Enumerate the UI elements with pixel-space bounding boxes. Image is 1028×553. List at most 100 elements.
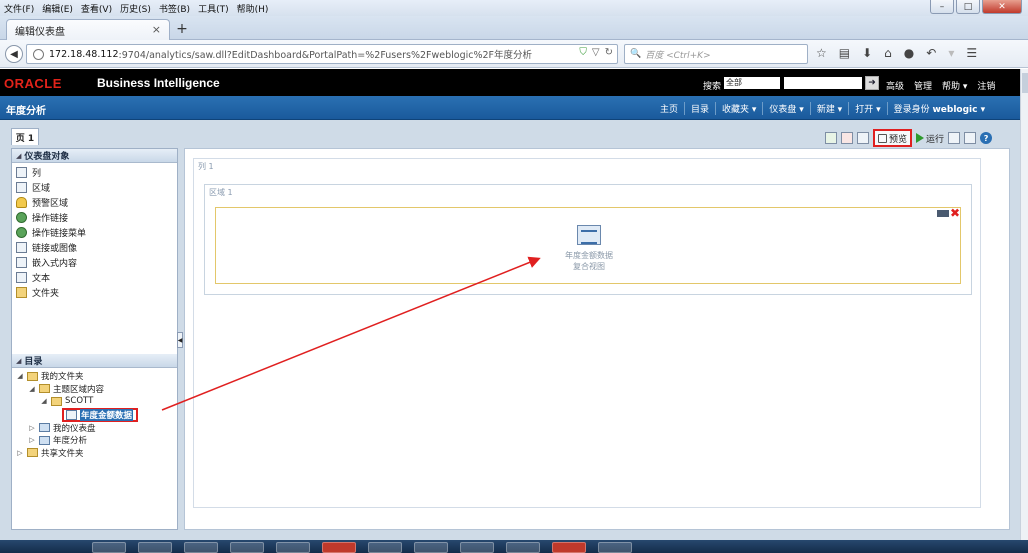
menu-tools[interactable]: 工具(T) bbox=[194, 2, 233, 15]
tree-annual-analysis[interactable]: ▷ 年度分析 bbox=[16, 434, 177, 447]
tree-my-dashboard[interactable]: ▷ 我的仪表盘 bbox=[16, 422, 177, 435]
collapsed-icon[interactable]: ▷ bbox=[28, 424, 36, 432]
hamburger-menu-icon[interactable]: ☰ bbox=[966, 46, 977, 60]
advanced-link[interactable]: 高级 bbox=[886, 79, 904, 92]
tab-title: 编辑仪表盘 bbox=[15, 26, 65, 38]
taskbar-button[interactable] bbox=[460, 542, 494, 553]
tree-my-folders[interactable]: ◢ 我的文件夹 bbox=[16, 370, 177, 383]
catalog-header[interactable]: ◢ 目录 bbox=[12, 354, 177, 368]
taskbar-button[interactable] bbox=[322, 542, 356, 553]
new-tab-icon[interactable]: + bbox=[174, 21, 190, 37]
expanded-icon[interactable]: ◢ bbox=[28, 385, 36, 393]
catalog-link[interactable]: 目录 bbox=[684, 102, 715, 115]
undo-icon[interactable]: ↶ bbox=[926, 46, 936, 60]
close-window-icon[interactable]: ✕ bbox=[982, 0, 1022, 14]
download-icon[interactable]: ⬇ bbox=[862, 46, 872, 60]
maximize-icon[interactable]: □ bbox=[956, 0, 980, 14]
menu-file[interactable]: 文件(F) bbox=[0, 2, 38, 15]
properties-icon[interactable] bbox=[936, 209, 949, 217]
save-as-icon[interactable] bbox=[964, 132, 977, 144]
taskbar-button[interactable] bbox=[92, 542, 126, 553]
expanded-icon[interactable]: ◢ bbox=[40, 397, 48, 405]
url-bar[interactable]: 172.18.48.112:9704/analytics/saw.dll?Edi… bbox=[26, 44, 618, 64]
tree-scott[interactable]: ◢ SCOTT bbox=[16, 395, 177, 408]
menu-edit[interactable]: 编辑(E) bbox=[38, 2, 77, 15]
search-go-icon[interactable]: ➜ bbox=[865, 76, 879, 90]
new-menu[interactable]: 新建 ▾ bbox=[809, 102, 848, 115]
search-scope-select[interactable]: 全部 bbox=[724, 77, 780, 89]
scroll-thumb[interactable] bbox=[1022, 73, 1028, 93]
expanded-icon[interactable]: ◢ bbox=[16, 372, 24, 380]
help-icon[interactable]: ? bbox=[980, 132, 993, 144]
menu-bookmarks[interactable]: 书签(B) bbox=[155, 2, 194, 15]
object-link-image[interactable]: 链接或图像 bbox=[16, 240, 177, 255]
page-options-icon[interactable] bbox=[857, 132, 869, 144]
reading-list-icon[interactable]: ▤ bbox=[839, 46, 850, 60]
object-action-link[interactable]: 操作链接 bbox=[16, 210, 177, 225]
signed-in-menu[interactable]: 登录身份 weblogic ▾ bbox=[886, 102, 992, 115]
section-1[interactable]: 区域 1 ✖ 年度金额数据 复合视图 bbox=[204, 184, 972, 295]
object-section[interactable]: 区域 bbox=[16, 180, 177, 195]
taskbar-button[interactable] bbox=[276, 542, 310, 553]
object-folder[interactable]: 文件夹 bbox=[16, 285, 177, 300]
bookmark-star-icon[interactable]: ☆ bbox=[816, 46, 827, 60]
menu-help[interactable]: 帮助(H) bbox=[233, 2, 273, 15]
menu-history[interactable]: 历史(S) bbox=[116, 2, 155, 15]
search-placeholder: 百度 <Ctrl+K> bbox=[645, 50, 711, 61]
object-label: 文件夹 bbox=[32, 289, 60, 299]
delete-page-icon[interactable] bbox=[841, 132, 853, 144]
editor-toolbar: 预览 运行 ? bbox=[825, 129, 993, 147]
taskbar-button[interactable] bbox=[138, 542, 172, 553]
open-menu[interactable]: 打开 ▾ bbox=[848, 102, 886, 115]
dropdown-icon[interactable]: ▽ bbox=[592, 47, 600, 58]
collapsed-icon[interactable]: ▷ bbox=[28, 436, 36, 444]
page-scrollbar[interactable] bbox=[1020, 69, 1028, 540]
left-panel: ◢ 仪表盘对象 列 区域 预警区域 操作链接 操作链接菜单 链接或图像 嵌入式内… bbox=[11, 148, 178, 530]
dashboard-objects-header[interactable]: ◢ 仪表盘对象 bbox=[12, 149, 177, 163]
shield-icon[interactable]: ⛉ bbox=[579, 47, 587, 58]
tab-page-1[interactable]: 页 1 bbox=[11, 128, 39, 145]
menu-view[interactable]: 查看(V) bbox=[77, 2, 116, 15]
report-object[interactable]: ✖ 年度金额数据 复合视图 bbox=[215, 207, 961, 284]
taskbar-button[interactable] bbox=[506, 542, 540, 553]
save-icon[interactable] bbox=[948, 132, 961, 144]
tree-shared-folders[interactable]: ▷ 共享文件夹 bbox=[16, 447, 177, 460]
taskbar-button[interactable] bbox=[598, 542, 632, 553]
back-arrow-icon[interactable]: ◀ bbox=[5, 45, 23, 63]
dashboards-menu[interactable]: 仪表盘 ▾ bbox=[762, 102, 809, 115]
object-label: 操作链接 bbox=[32, 214, 69, 224]
preview-button[interactable]: 预览 bbox=[873, 129, 913, 147]
object-alert-section[interactable]: 预警区域 bbox=[16, 195, 177, 210]
object-embedded-content[interactable]: 嵌入式内容 bbox=[16, 255, 177, 270]
help-menu[interactable]: 帮助 ▾ bbox=[942, 79, 967, 92]
taskbar-button[interactable] bbox=[230, 542, 264, 553]
logout-link[interactable]: 注销 bbox=[977, 79, 995, 92]
object-text[interactable]: 文本 bbox=[16, 270, 177, 285]
browser-tab[interactable]: 编辑仪表盘 × bbox=[6, 19, 170, 40]
reload-icon[interactable]: ↻ bbox=[605, 47, 613, 58]
catalog-search-input[interactable] bbox=[784, 77, 862, 89]
home-link[interactable]: 主页 bbox=[654, 102, 684, 115]
highlighted-analysis[interactable]: 年度金额数据 bbox=[62, 407, 139, 422]
panel-collapse-handle[interactable]: ◀ bbox=[177, 332, 183, 348]
favorites-menu[interactable]: 收藏夹 ▾ bbox=[715, 102, 762, 115]
column-1[interactable]: 列 1 区域 1 ✖ 年度金额数据 复合视图 bbox=[193, 158, 981, 508]
browser-search-input[interactable]: 🔍 百度 <Ctrl+K> bbox=[624, 44, 808, 64]
home-icon[interactable]: ⌂ bbox=[884, 46, 892, 60]
taskbar-button[interactable] bbox=[552, 542, 586, 553]
delete-icon[interactable]: ✖ bbox=[950, 207, 960, 219]
taskbar-button[interactable] bbox=[184, 542, 218, 553]
object-column[interactable]: 列 bbox=[16, 165, 177, 180]
collapsed-icon[interactable]: ▷ bbox=[16, 449, 24, 457]
add-page-icon[interactable] bbox=[825, 132, 837, 144]
object-action-menu[interactable]: 操作链接菜单 bbox=[16, 225, 177, 240]
admin-link[interactable]: 管理 bbox=[914, 79, 932, 92]
tab-close-icon[interactable]: × bbox=[152, 23, 161, 36]
tree-subject-area[interactable]: ◢ 主题区域内容 bbox=[16, 383, 177, 396]
minimize-icon[interactable]: – bbox=[930, 0, 954, 14]
chat-icon[interactable]: ● bbox=[904, 46, 914, 60]
taskbar-button[interactable] bbox=[414, 542, 448, 553]
run-button[interactable]: 运行 bbox=[916, 132, 944, 145]
taskbar-button[interactable] bbox=[368, 542, 402, 553]
tree-analysis[interactable]: 年度金额数据 bbox=[16, 407, 177, 422]
